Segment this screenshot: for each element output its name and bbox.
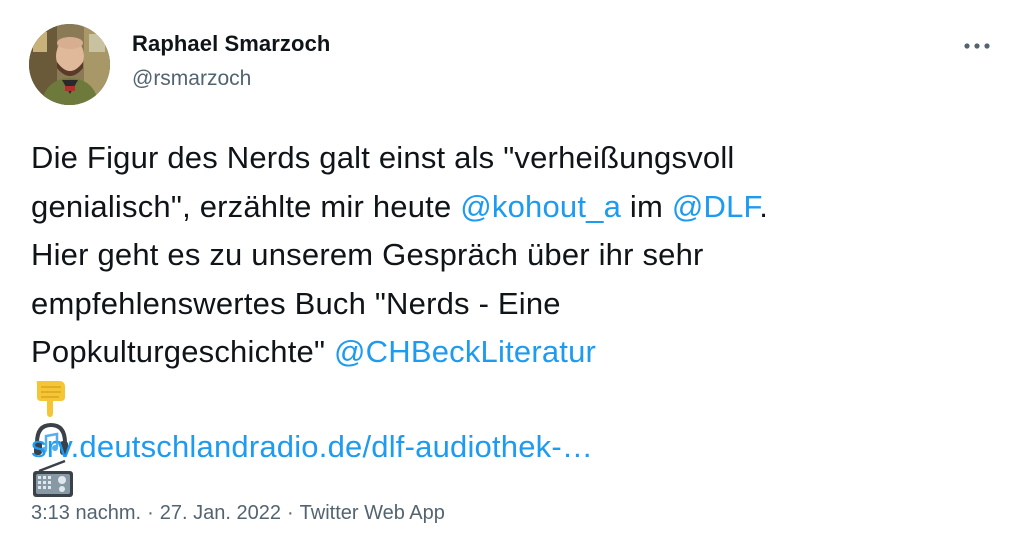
mention-link-dlf[interactable]: @DLF (672, 189, 759, 224)
tweet-text-segment: . (759, 188, 769, 224)
tweet-source[interactable]: Twitter Web App (300, 502, 445, 524)
tweet-meta: 3:13 nachm. · 27. Jan. 2022 · Twitter Web Ap… (31, 500, 445, 526)
tweet-time[interactable]: 3:13 nachm. (31, 502, 141, 524)
more-options-button[interactable] (959, 34, 995, 58)
tweet-text-segment: im (621, 188, 672, 224)
tweet-date[interactable]: 27. Jan. 2022 (160, 502, 281, 524)
tweet-text-line: srv.deutschlandradio.de/dlf-audiothek-… (31, 423, 991, 472)
tweet-text-line: Hier geht es zu unserem Gespräch über ih… (31, 237, 704, 272)
avatar[interactable] (29, 24, 110, 105)
user-info: Raphael Smarzoch @rsmarzoch (132, 30, 330, 92)
tweet-card: Raphael Smarzoch @rsmarzoch Die Figur de… (0, 0, 1023, 555)
user-handle[interactable]: @rsmarzoch (132, 66, 330, 92)
tweet-text-segment: genialisch", erzählte mir heute (31, 188, 461, 224)
tweet-text-line: Popkulturgeschichte" @CHBeckLiteratur (31, 328, 991, 377)
tweet-text-line: Die Figur des Nerds galt einst als "verh… (31, 140, 735, 175)
meta-separator: · (147, 502, 154, 524)
tweet-text: Die Figur des Nerds galt einst als "verh… (31, 134, 991, 497)
meta-separator: · (286, 502, 294, 524)
more-horizontal-icon (964, 43, 990, 49)
display-name[interactable]: Raphael Smarzoch (132, 30, 330, 58)
tweet-text-segment: Popkulturgeschichte" (31, 334, 334, 369)
external-link[interactable]: srv.deutschlandradio.de/dlf-audiothek-… (31, 429, 593, 464)
tweet-text-line: genialisch", erzählte mir heute @kohout_… (31, 183, 991, 232)
avatar-image (29, 24, 110, 105)
emoji-row (31, 377, 991, 497)
tweet-text-line: empfehlenswertes Buch "Nerds - Eine (31, 285, 561, 321)
mention-link-chbeck[interactable]: @CHBeckLiteratur (334, 334, 596, 369)
backhand-index-pointing-down-icon (36, 380, 65, 417)
mention-link-kohout[interactable]: @kohout_a (460, 189, 621, 224)
